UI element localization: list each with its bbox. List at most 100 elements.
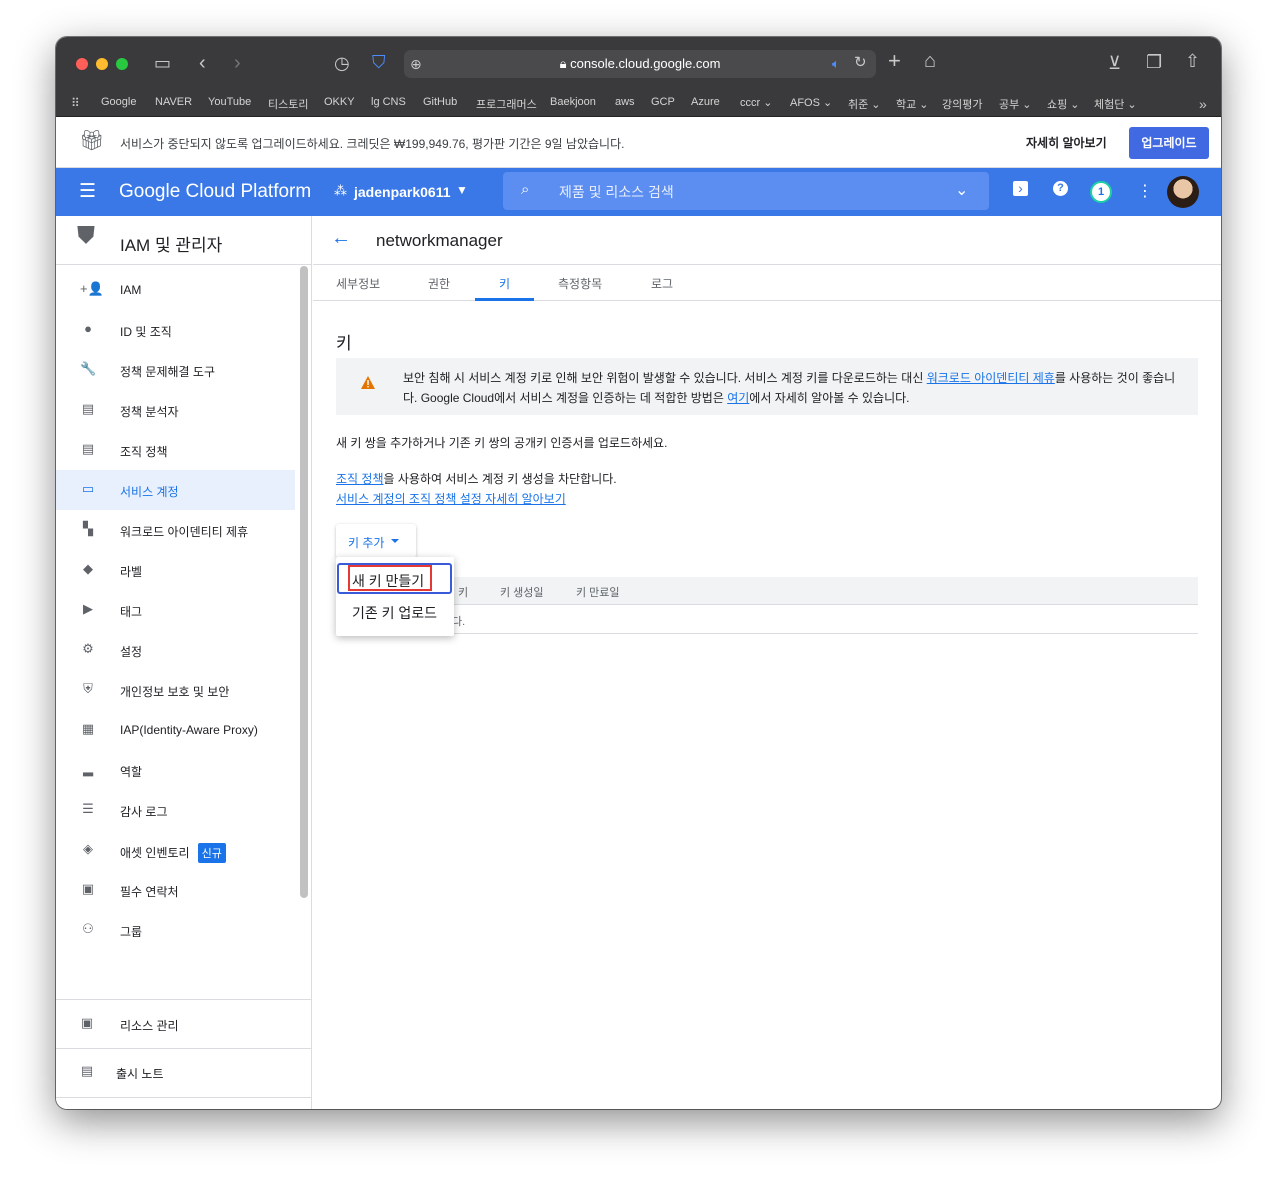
forward-icon[interactable]: › xyxy=(234,53,241,73)
sidebar-item-5[interactable]: ▭ 서비스 계정 xyxy=(56,470,295,510)
new-tab-icon[interactable]: + xyxy=(888,50,901,72)
tab-logs[interactable]: 로그 xyxy=(651,275,673,292)
product-title[interactable]: Google Cloud Platform xyxy=(119,181,311,203)
bookmark-item[interactable]: YouTube xyxy=(208,96,251,108)
sidebar-item-1[interactable]: ● ID 및 조직 xyxy=(56,310,295,350)
sidebar-item-15[interactable]: ▣ 필수 연락처 xyxy=(56,870,295,910)
tab-keys[interactable]: 키 xyxy=(499,275,510,292)
apps-grid-icon[interactable]: ⠿ xyxy=(71,93,80,113)
org-policy-link[interactable]: 조직 정책 xyxy=(336,472,384,486)
search-expand-icon[interactable]: ⌄ xyxy=(955,180,968,200)
iap-icon: ▦ xyxy=(81,721,95,736)
sidebar-item-7[interactable]: ◆ 라벨 xyxy=(56,550,295,590)
bookmark-item[interactable]: Baekjoon xyxy=(550,96,596,108)
bookmark-item[interactable]: 강의평가 xyxy=(942,96,982,112)
tab-permissions[interactable]: 권한 xyxy=(428,275,450,292)
bookmark-item[interactable]: NAVER xyxy=(155,96,192,108)
bookmark-folder[interactable]: 쇼핑 ⌄ xyxy=(1047,96,1080,112)
menu-item-upload-key[interactable]: 기존 키 업로드 xyxy=(336,595,454,627)
shield-extension-icon[interactable]: ⛉ xyxy=(372,52,386,72)
cloud-shell-icon[interactable]: › xyxy=(1013,181,1028,196)
menu-icon[interactable]: ☰ xyxy=(79,180,96,203)
table-row: 다. xyxy=(336,605,1198,634)
sidebar-item-text: 설정 xyxy=(120,645,143,659)
bookmark-item[interactable]: GitHub xyxy=(423,96,457,108)
sidebar-item-13[interactable]: ☰ 감사 로그 xyxy=(56,790,295,830)
sidebar-item-16[interactable]: ⚇ 그룹 xyxy=(56,910,295,950)
share-icon[interactable]: ⇧ xyxy=(1185,51,1200,71)
history-icon[interactable]: ◷ xyxy=(334,53,350,73)
sidebar-item-text: 역할 xyxy=(120,765,143,779)
sidebar-scrollbar[interactable] xyxy=(300,266,308,898)
learn-more-link[interactable]: 자세히 알아보기 xyxy=(1026,134,1107,151)
bookmark-item[interactable]: lg CNS xyxy=(371,96,406,108)
audio-icon[interactable]: 🔈︎ xyxy=(832,54,840,74)
tab-metrics[interactable]: 측정항목 xyxy=(558,275,602,292)
minimize-window-button[interactable] xyxy=(96,58,108,70)
workload-federation-link[interactable]: 워크로드 아이덴티티 제휴 xyxy=(927,371,1055,385)
more-vert-icon[interactable]: ⋮ xyxy=(1137,181,1153,201)
zoom-window-button[interactable] xyxy=(116,58,128,70)
bookmark-item[interactable]: 티스토리 xyxy=(268,96,308,112)
here-link[interactable]: 여기 xyxy=(727,391,749,405)
sidebar-item-6[interactable]: ▚ 워크로드 아이덴티티 제휴 xyxy=(56,510,295,550)
back-arrow-icon[interactable]: ← xyxy=(331,227,351,250)
sidebar-item-label: 감사 로그 xyxy=(120,803,168,820)
avatar[interactable] xyxy=(1167,176,1199,208)
add-key-button[interactable]: 키 추가 xyxy=(336,524,416,558)
warning-text: 보안 침해 시 서비스 계정 키로 인해 보안 위험이 발생할 수 있습니다. … xyxy=(403,368,1183,408)
notifications-badge[interactable]: 1 xyxy=(1090,181,1112,203)
bookmark-item[interactable]: 프로그래머스 xyxy=(476,96,537,112)
upgrade-button[interactable]: 업그레이드 xyxy=(1129,127,1209,159)
bookmark-folder[interactable]: 학교 ⌄ xyxy=(896,96,929,112)
sidebar-item-2[interactable]: 🔧 정책 문제해결 도구 xyxy=(56,350,295,390)
sidebar-item-text: ID 및 조직 xyxy=(120,325,172,339)
sidebar-item-4[interactable]: ▤ 조직 정책 xyxy=(56,430,295,470)
sidebar-item-text: 필수 연락처 xyxy=(120,885,179,899)
bookmark-folder[interactable]: cccr ⌄ xyxy=(740,96,772,109)
bookmark-folder[interactable]: 취준 ⌄ xyxy=(848,96,881,112)
close-window-button[interactable] xyxy=(76,58,88,70)
sidebar-item-text: 애셋 인벤토리 xyxy=(120,846,190,860)
sidebar-item-text: 그룹 xyxy=(120,925,143,939)
reload-icon[interactable]: ↻ xyxy=(854,53,867,73)
sidebar-item-0[interactable]: +👤 IAM xyxy=(56,270,295,310)
sidebar-item-8[interactable]: ▶ 태그 xyxy=(56,590,295,630)
chevron-down-icon[interactable]: ▼ xyxy=(456,183,468,197)
sidebar-item-text: IAM xyxy=(120,283,142,297)
sidebar-toggle-icon[interactable]: ▭ xyxy=(154,53,171,73)
sidebar-item-3[interactable]: ▤ 정책 분석자 xyxy=(56,390,295,430)
page-title: networkmanager xyxy=(376,231,503,250)
bookmark-folder[interactable]: 공부 ⌄ xyxy=(999,96,1032,112)
bookmark-item[interactable]: Google xyxy=(101,96,136,108)
more-bookmarks-icon[interactable]: » xyxy=(1199,94,1207,114)
help-icon[interactable]: ? xyxy=(1053,181,1068,196)
home-icon[interactable]: ⌂ xyxy=(924,51,936,71)
bookmark-folder[interactable]: 체험단 ⌄ xyxy=(1094,96,1137,112)
sidebar-item-10[interactable]: ⛨ 개인정보 보호 및 보안 xyxy=(56,670,295,710)
sidebar-item-label: 라벨 xyxy=(120,563,142,580)
sidebar-item-14[interactable]: ◈ 애셋 인벤토리 신규 xyxy=(56,830,295,870)
bookmark-item[interactable]: aws xyxy=(615,96,635,108)
sidebar-item-resource-mgmt[interactable]: ▣ 리소스 관리 xyxy=(56,1004,312,1044)
search-bar[interactable]: ⌕ 제품 및 리소스 검색 ⌄ xyxy=(503,172,989,210)
sidebar-item-9[interactable]: ⚙ 설정 xyxy=(56,630,295,670)
column-header-created: 키 생성일 xyxy=(500,587,544,599)
download-icon[interactable]: ⊻ xyxy=(1108,53,1121,73)
tab-details[interactable]: 세부정보 xyxy=(336,275,380,292)
learn-org-policy-link[interactable]: 서비스 계정의 조직 정책 설정 자세히 알아보기 xyxy=(336,492,566,506)
bookmark-item[interactable]: GCP xyxy=(651,96,675,108)
search-input[interactable]: 제품 및 리소스 검색 xyxy=(559,182,674,202)
bookmark-folder[interactable]: AFOS ⌄ xyxy=(790,96,832,109)
warning-part: 에서 자세히 알아볼 수 있습니다. xyxy=(749,391,910,405)
back-icon[interactable]: ‹ xyxy=(199,53,206,73)
sidebar-item-11[interactable]: ▦ IAP(Identity-Aware Proxy) xyxy=(56,710,295,750)
tabs-overview-icon[interactable]: ❐ xyxy=(1146,52,1162,72)
sidebar-item-release-notes[interactable]: ▤ 출시 노트 xyxy=(56,1052,312,1092)
sidebar-item-12[interactable]: ▂ 역할 xyxy=(56,750,295,790)
bookmark-item[interactable]: OKKY xyxy=(324,96,355,108)
bookmark-item[interactable]: Azure xyxy=(691,96,720,108)
address-bar[interactable]: ⊕ 🔒︎ console.cloud.google.com 🔈︎ ↻ xyxy=(404,50,876,78)
project-selector[interactable]: jadenpark0611 xyxy=(354,184,451,200)
sidebar-item-label: 역할 xyxy=(120,763,142,780)
